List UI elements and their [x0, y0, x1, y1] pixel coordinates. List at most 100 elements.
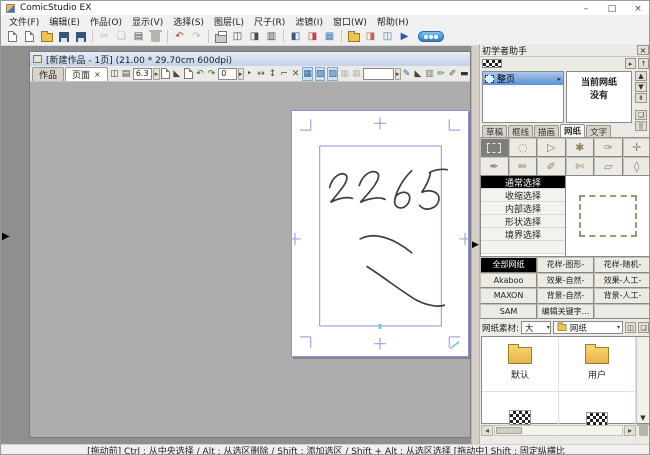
window-red-icon[interactable]: ◨ — [363, 29, 378, 44]
page-list-icon[interactable]: ▥ — [264, 29, 279, 44]
pen-tool[interactable]: ✒ — [480, 157, 509, 176]
duplicate-icon[interactable]: ❏ — [635, 110, 647, 120]
copy-icon[interactable]: ❏ — [114, 29, 129, 44]
tab-text[interactable]: 文字 — [586, 125, 611, 137]
new-folder-icon[interactable]: ❏ — [638, 322, 649, 333]
menu-file[interactable]: 文件(F) — [4, 15, 44, 28]
show-tone-icon[interactable]: ▨ — [327, 67, 338, 81]
category-all-tones[interactable]: 全部网纸 — [480, 257, 537, 273]
list-item-whole-page[interactable]: 整页 ▸ — [483, 72, 563, 85]
rotate-ccw-icon[interactable]: ↶ — [195, 67, 205, 81]
category-effect-natural[interactable]: 效果-自然- — [537, 273, 594, 289]
save-icon[interactable] — [56, 29, 71, 44]
window-blue-icon[interactable]: ◫ — [380, 29, 395, 44]
category-maxon[interactable]: MAXON — [480, 288, 537, 304]
flip-horizontal-icon[interactable]: ↔ — [256, 67, 266, 81]
folder-up-icon[interactable]: ◫ — [625, 322, 636, 333]
material-folder-combo[interactable]: 网纸▾ — [553, 321, 623, 334]
mode-shape-select[interactable]: 形状选择 — [481, 215, 565, 228]
menu-help[interactable]: 帮助(H) — [372, 15, 414, 28]
split-view-icon[interactable]: ◧ — [288, 29, 303, 44]
menu-ruler[interactable]: 尺子(R) — [249, 15, 290, 28]
color-palette-icon[interactable]: ▦ — [322, 29, 337, 44]
clear-guides-icon[interactable]: ✕ — [291, 67, 301, 81]
category-pattern-random[interactable]: 花样-随机- — [594, 257, 650, 273]
trash-icon[interactable] — [639, 426, 648, 436]
hscroll-track[interactable] — [494, 425, 623, 436]
cut-icon[interactable]: ✂ — [97, 29, 112, 44]
zoom-out-icon[interactable]: ◣ — [172, 67, 182, 81]
mode-inner-select[interactable]: 内部选择 — [481, 202, 565, 215]
browser-vertical-scrollbar[interactable]: ▼ — [636, 337, 649, 423]
rotation-input[interactable]: 0 — [218, 68, 236, 80]
mode-shrink-select[interactable]: 收缩选择 — [481, 189, 565, 202]
rotate-cw-icon[interactable]: ↷ — [207, 67, 217, 81]
menu-layer[interactable]: 图层(L) — [209, 15, 249, 28]
paste-icon[interactable]: ▤ — [131, 29, 146, 44]
category-background-natural[interactable]: 背景-自然- — [537, 288, 594, 304]
triangle-ruler-icon[interactable]: ◣ — [413, 67, 423, 81]
folder-item-user[interactable]: 用户 — [559, 337, 636, 392]
dot-icon[interactable]: ‣ — [245, 67, 255, 81]
right-panel-collapse-handle[interactable]: ▶ — [472, 240, 479, 250]
move-up-icon[interactable]: ▲ — [635, 71, 647, 81]
eyedropper-tool[interactable]: ✑ — [594, 138, 623, 157]
folder-item-default[interactable]: 默认 — [482, 337, 559, 392]
page-thumbnail-icon[interactable]: ◨ — [247, 29, 262, 44]
print-icon[interactable] — [213, 29, 228, 44]
manga-page[interactable] — [291, 110, 469, 357]
target-listbox[interactable]: 整页 ▸ — [482, 71, 564, 123]
category-edit-keywords[interactable]: 编辑关键字... — [537, 304, 594, 320]
layout-icon[interactable]: ▤ — [121, 67, 131, 81]
move-down-icon[interactable]: ▼ — [635, 82, 647, 92]
disabled-view-icon-1[interactable]: ▦ — [340, 67, 350, 81]
flip-vertical-icon[interactable]: ↕ — [268, 67, 278, 81]
hscroll-thumb[interactable] — [496, 427, 522, 434]
tone-thumbnail-1[interactable] — [482, 392, 559, 447]
magic-wand-tool[interactable]: ✱ — [566, 138, 595, 157]
show-frame-icon[interactable]: ▧ — [315, 67, 326, 81]
menu-story[interactable]: 作品(O) — [85, 15, 127, 28]
zoom-in-icon[interactable] — [161, 67, 171, 81]
materials-folder-icon[interactable] — [346, 29, 361, 44]
tone-preview-chip[interactable] — [482, 59, 502, 68]
tab-draw[interactable]: 描画 — [534, 125, 559, 137]
rotation-spinner[interactable]: ▸ — [238, 68, 244, 80]
zoom-spinner[interactable]: ▸ — [153, 68, 159, 80]
paper-icon[interactable]: ▥ — [425, 67, 435, 81]
scroll-down-icon[interactable]: ▼ — [638, 412, 649, 423]
pencil-tool[interactable]: ✏ — [509, 157, 538, 176]
marquee-select-tool[interactable] — [480, 138, 509, 157]
tab-work[interactable]: 作品 — [32, 67, 64, 81]
marker-tool[interactable]: ✐ — [537, 157, 566, 176]
fit-page-icon[interactable] — [184, 67, 194, 81]
scissors-tool[interactable]: ✄ — [566, 157, 595, 176]
disabled-view-icon-2[interactable]: ▦ — [352, 67, 362, 81]
clip-web-button[interactable] — [418, 31, 444, 42]
menu-select[interactable]: 选择(S) — [168, 15, 209, 28]
tab-draft[interactable]: 草稿 — [482, 125, 507, 137]
pen-tool-icon[interactable]: ✎ — [402, 67, 412, 81]
category-sam[interactable]: SAM — [480, 304, 537, 320]
tab-tone[interactable]: 网纸 — [560, 124, 585, 137]
category-akaboo[interactable]: Akaboo — [480, 273, 537, 289]
scroll-top-icon[interactable]: ↑ — [638, 58, 649, 69]
category-background-artificial[interactable]: 背景-人工- — [594, 288, 650, 304]
category-effect-artificial[interactable]: 效果-人工- — [594, 273, 650, 289]
corner-guide-icon[interactable]: ⌐ — [279, 67, 289, 81]
view-preset-combo[interactable] — [363, 68, 394, 80]
menu-edit[interactable]: 编辑(E) — [44, 15, 85, 28]
view-preset-spinner[interactable]: ▸ — [395, 68, 401, 80]
show-grid-icon[interactable]: ▦ — [302, 67, 313, 81]
page-manager-icon[interactable]: ◫ — [230, 29, 245, 44]
scroll-right-icon[interactable]: ▸ — [624, 425, 636, 436]
marker-tool-icon[interactable]: ✐ — [448, 67, 458, 81]
assistant-close-icon[interactable]: × — [637, 45, 649, 55]
scroll-left-icon[interactable]: ◂ — [481, 425, 493, 436]
tab-frame[interactable]: 框线 — [508, 125, 533, 137]
shape-tool[interactable]: ◊ — [623, 157, 650, 176]
polygon-select-tool[interactable]: ▷ — [537, 138, 566, 157]
eraser-bar-icon[interactable]: ▬ — [459, 67, 469, 81]
expand-arrow-icon[interactable]: ▸ — [625, 58, 636, 69]
left-palette-collapse-handle[interactable]: ▶ — [2, 231, 10, 242]
